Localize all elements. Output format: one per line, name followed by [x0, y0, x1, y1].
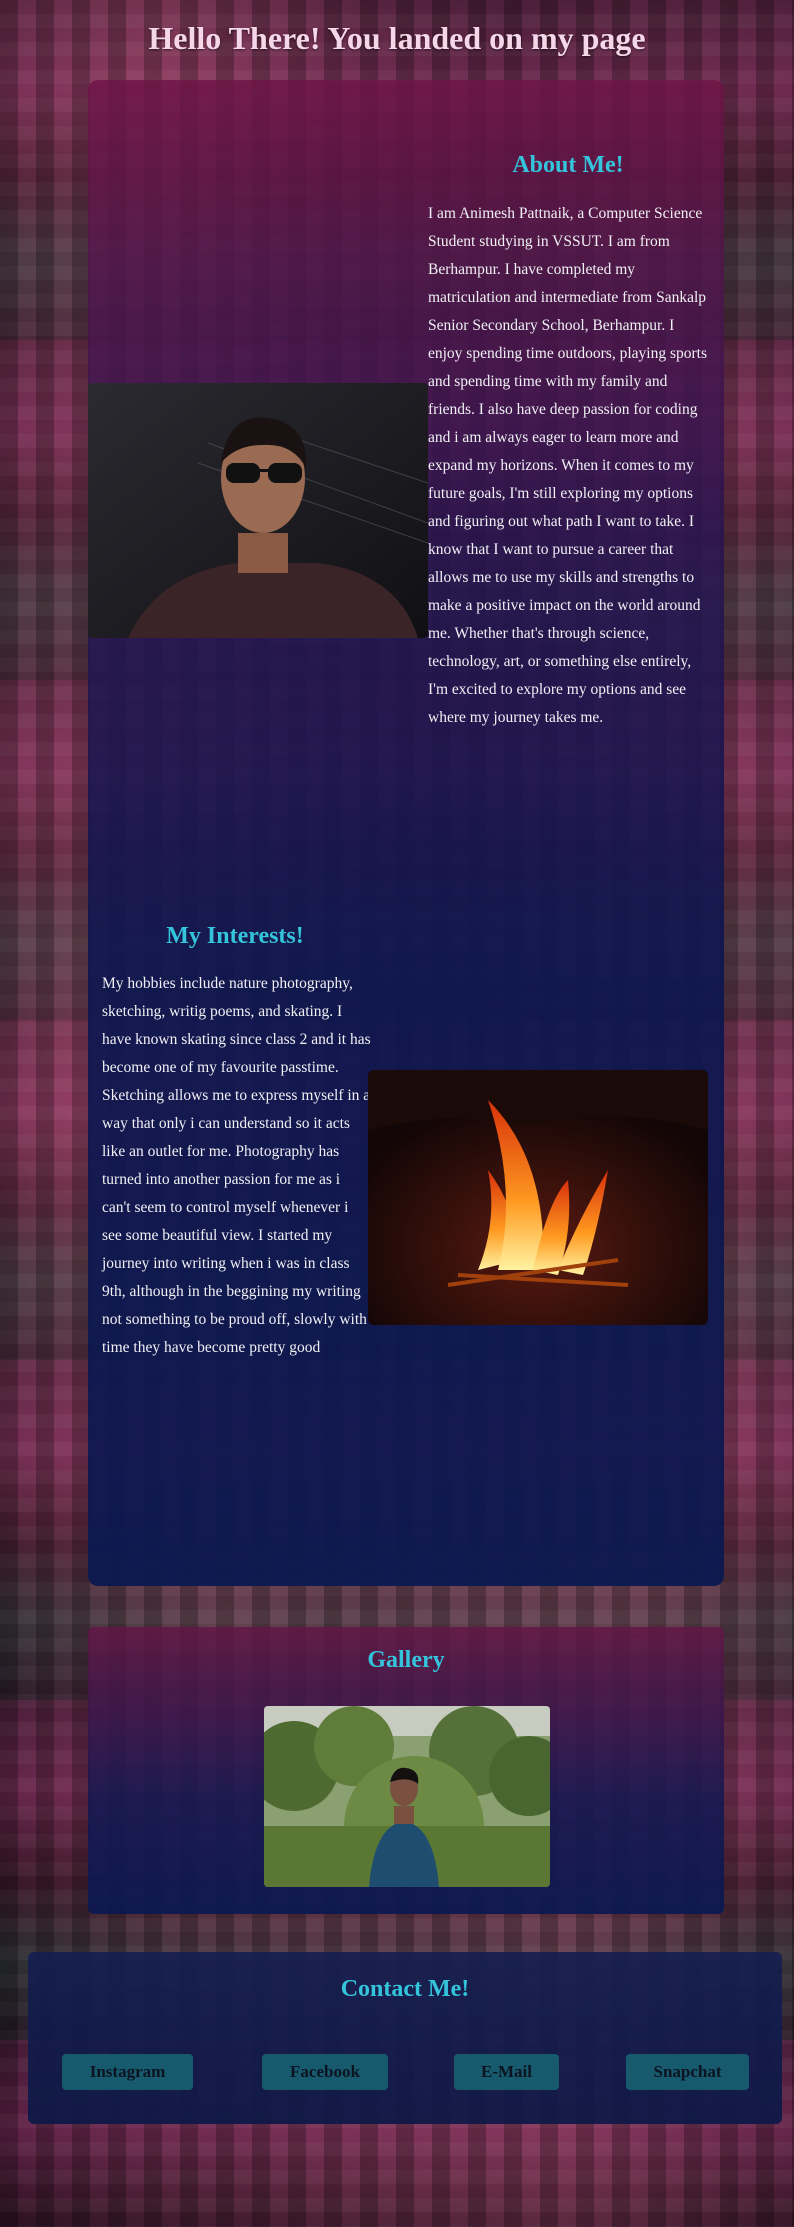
gallery-card: Gallery: [88, 1627, 724, 1914]
contact-heading: Contact Me!: [340, 1976, 470, 2002]
interests-text: My hobbies include nature photography, s…: [102, 975, 371, 1356]
campfire-photo: [368, 1070, 708, 1325]
interests-heading: My Interests!: [166, 923, 304, 949]
profile-photo: [88, 383, 428, 638]
gallery-heading: Gallery: [367, 1647, 445, 1673]
email-button[interactable]: E-Mail: [454, 2054, 559, 2090]
main-card: About Me! I am Animesh Pattnaik, a Compu…: [88, 80, 724, 1586]
page-title: Hello There! You landed on my page: [148, 20, 646, 56]
contact-card: Contact Me! Instagram Facebook E-Mail Sn…: [28, 1952, 782, 2124]
about-heading: About Me!: [512, 152, 624, 178]
snapchat-button[interactable]: Snapchat: [626, 2054, 749, 2090]
instagram-button[interactable]: Instagram: [62, 2054, 193, 2090]
gallery-photo: [264, 1706, 550, 1887]
about-text: I am Animesh Pattnaik, a Computer Scienc…: [428, 205, 707, 726]
facebook-button[interactable]: Facebook: [262, 2054, 388, 2090]
